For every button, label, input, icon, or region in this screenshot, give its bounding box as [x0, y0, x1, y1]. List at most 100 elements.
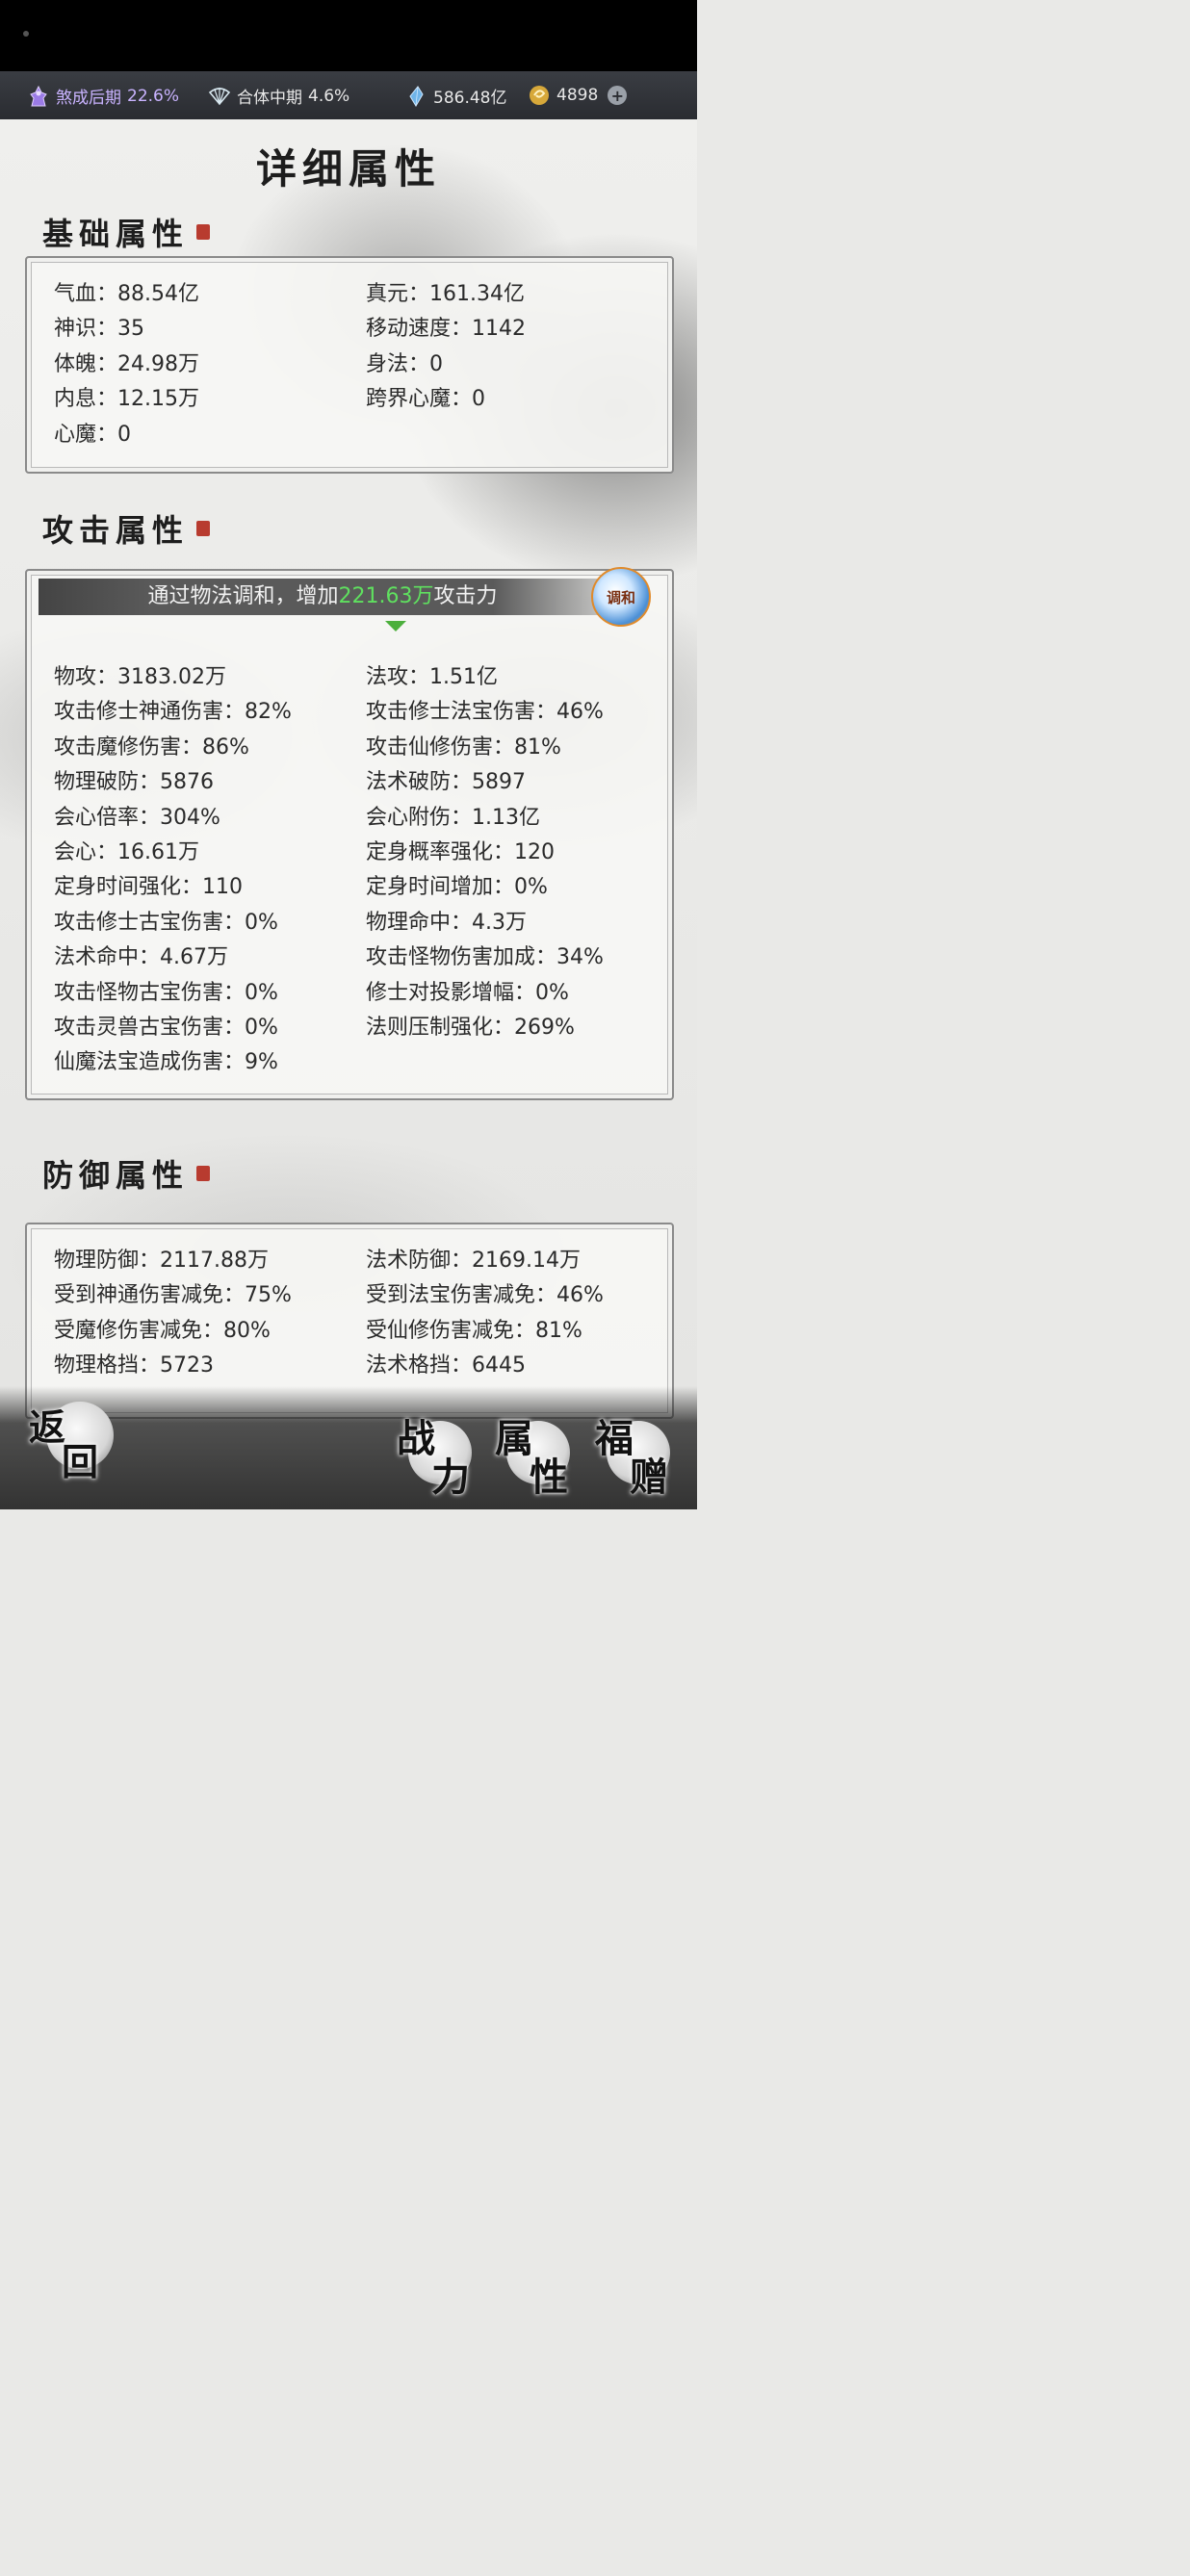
defense-attributes-grid: 物理防御：2117.88万 法术防御：2169.14万 受到神通伤害减免：75% 受…: [54, 1244, 662, 1384]
power-char-2: 力: [431, 1455, 470, 1500]
add-currency-button[interactable]: +: [608, 86, 628, 105]
attribute-left: 体魄：24.98万: [54, 351, 199, 376]
basic-attributes-grid: 气血：88.54亿 真元：161.34亿 神识：35 移动速度：1142 体魄：24…: [54, 277, 662, 452]
back-char-2: 回: [62, 1440, 99, 1483]
power-button[interactable]: 战 力: [393, 1407, 476, 1500]
back-char-1: 返: [29, 1405, 66, 1449]
attribute-right: 法术破防：5897: [366, 770, 526, 795]
attribute-left: 物理格挡：5723: [54, 1353, 214, 1378]
attribute-left: 攻击灵兽古宝伤害：0%: [54, 1015, 278, 1040]
spirit-stone-value: 586.48亿: [433, 89, 507, 108]
attribute-row: 内息：12.15万 跨界心魔：0: [54, 382, 662, 417]
attribute-left: 物理破防：5876: [54, 770, 214, 795]
coin-swirl-icon: [530, 86, 549, 105]
attribute-left: 攻击魔修伤害：86%: [54, 734, 249, 760]
defense-heading-text: 防御属性: [42, 1157, 190, 1194]
harmony-badge-button[interactable]: 调和: [591, 567, 651, 627]
red-seal-icon: [196, 1166, 211, 1181]
attribute-row: 攻击怪物古宝伤害：0% 修士对投影增幅：0%: [54, 976, 662, 1011]
attribute-right: 法攻：1.51亿: [366, 665, 498, 689]
attack-attributes-heading: 攻击属性: [42, 506, 211, 551]
basic-attributes-panel: 气血：88.54亿 真元：161.34亿 神识：35 移动速度：1142 体魄：24…: [25, 256, 674, 474]
attribute-left: 气血：88.54亿: [54, 282, 199, 306]
attributes-button[interactable]: 属 性: [491, 1407, 574, 1500]
attribute-row: 定身时间强化：110 定身时间增加：0%: [54, 870, 662, 905]
attribute-row: 法术命中：4.67万 攻击怪物伤害加成：34%: [54, 940, 662, 975]
attribute-row: 物攻：3183.02万 法攻：1.51亿: [54, 660, 662, 695]
expand-arrow-icon[interactable]: [385, 621, 406, 631]
attribute-right: 定身概率强化：120: [366, 839, 555, 864]
banner-suffix: 攻击力: [433, 584, 498, 608]
spirit-stone-counter[interactable]: 586.48亿: [404, 84, 506, 108]
attribute-left: 法术命中：4.67万: [54, 945, 228, 970]
attribute-right: 法则压制强化：269%: [366, 1015, 575, 1040]
attributes-char-2: 性: [530, 1455, 568, 1500]
attribute-left: 心魔：0: [54, 422, 131, 447]
attribute-left: 仙魔法宝造成伤害：9%: [54, 1050, 278, 1075]
currency-value: 4898: [556, 86, 599, 105]
banner-prefix: 通过物法调和，增加: [147, 584, 339, 608]
camera-dot: [23, 31, 29, 37]
attribute-right: 攻击仙修伤害：81%: [366, 734, 561, 760]
attribute-left: 内息：12.15万: [54, 387, 199, 412]
attribute-row: 体魄：24.98万 身法：0: [54, 348, 662, 382]
attack-heading-text: 攻击属性: [42, 512, 190, 549]
attribute-right: 定身时间增加：0%: [366, 875, 548, 900]
attribute-row: 物理破防：5876 法术破防：5897: [54, 765, 662, 800]
cultivation-stage-1[interactable]: 煞成后期 22.6%: [27, 84, 179, 108]
attribute-row: 会心倍率：304% 会心附伤：1.13亿: [54, 801, 662, 836]
gift-button[interactable]: 福 赠: [591, 1407, 674, 1500]
attribute-right: 受到法宝伤害减免：46%: [366, 1283, 604, 1308]
attribute-left: 物攻：3183.02万: [54, 665, 226, 689]
attribute-right: 攻击怪物伤害加成：34%: [366, 945, 604, 970]
attribute-row: 心魔：0: [54, 418, 662, 452]
attribute-right: 攻击修士法宝伤害：46%: [366, 700, 604, 725]
attribute-right: 法术格挡：6445: [366, 1353, 526, 1378]
cultivation-stage-2[interactable]: 合体中期 4.6%: [208, 84, 349, 108]
attribute-row: 攻击灵兽古宝伤害：0% 法则压制强化：269%: [54, 1011, 662, 1045]
attribute-row: 攻击修士古宝伤害：0% 物理命中：4.3万: [54, 906, 662, 940]
stage-2-label: 合体中期: [237, 89, 302, 108]
stage-1-label: 煞成后期: [56, 89, 121, 108]
fan-icon: [208, 87, 231, 105]
attribute-row: 仙魔法宝造成伤害：9%: [54, 1045, 662, 1080]
red-seal-icon: [196, 521, 211, 536]
gift-char-2: 赠: [630, 1455, 668, 1500]
attribute-row: 会心：16.61万 定身概率强化：120: [54, 836, 662, 870]
attribute-right: 真元：161.34亿: [366, 282, 525, 306]
attribute-left: 会心倍率：304%: [54, 805, 220, 830]
attribute-right: 法术防御：2169.14万: [366, 1249, 581, 1273]
attribute-left: 定身时间强化：110: [54, 875, 243, 900]
attribute-right: 移动速度：1142: [366, 317, 526, 342]
spirit-crystal-icon: [409, 85, 424, 107]
attribute-row: 物理防御：2117.88万 法术防御：2169.14万: [54, 1244, 662, 1278]
stage-1-percent: 22.6%: [127, 86, 180, 106]
attribute-right: 跨界心魔：0: [366, 387, 485, 412]
defense-attributes-heading: 防御属性: [42, 1151, 211, 1196]
currency-counter[interactable]: 4898 +: [528, 84, 628, 107]
attribute-row: 受魔修伤害减免：80% 受仙修伤害减免：81%: [54, 1314, 662, 1349]
attribute-row: 攻击魔修伤害：86% 攻击仙修伤害：81%: [54, 731, 662, 765]
banner-value: 221.63万: [338, 584, 434, 608]
stage-2-percent: 4.6%: [308, 86, 350, 106]
basic-heading-text: 基础属性: [42, 216, 190, 252]
attribute-left: 神识：35: [54, 317, 144, 342]
red-seal-icon: [196, 224, 211, 240]
attribute-row: 受到神通伤害减免：75% 受到法宝伤害减免：46%: [54, 1278, 662, 1313]
gift-char-1: 福: [595, 1416, 634, 1461]
attribute-left: 攻击怪物古宝伤害：0%: [54, 980, 278, 1005]
attribute-right: 修士对投影增幅：0%: [366, 980, 569, 1005]
attribute-right: 会心附伤：1.13亿: [366, 805, 540, 830]
back-button[interactable]: 返 回: [29, 1398, 114, 1483]
attribute-row: 物理格挡：5723 法术格挡：6445: [54, 1349, 662, 1383]
power-char-1: 战: [397, 1416, 435, 1461]
page-title: 详细属性: [255, 145, 441, 193]
attribute-left: 物理防御：2117.88万: [54, 1249, 269, 1273]
demon-figure-icon: [30, 85, 47, 106]
harmony-banner: 通过物法调和，增加221.63万攻击力: [39, 579, 607, 615]
attribute-right: 物理命中：4.3万: [366, 910, 527, 935]
attribute-row: 气血：88.54亿 真元：161.34亿: [54, 277, 662, 312]
basic-attributes-heading: 基础属性: [42, 210, 211, 254]
attribute-left: 会心：16.61万: [54, 839, 199, 864]
attribute-left: 攻击修士古宝伤害：0%: [54, 910, 278, 935]
